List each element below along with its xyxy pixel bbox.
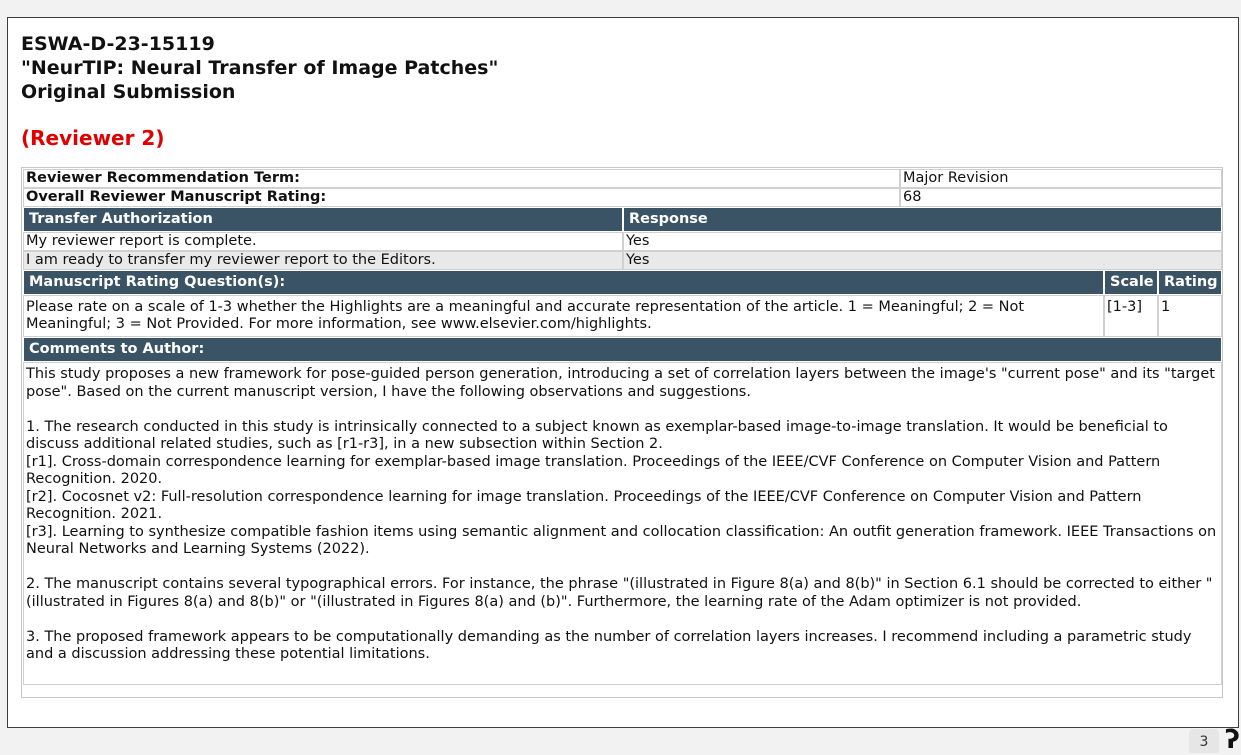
rating-questions-header-row: Manuscript Rating Question(s): Scale Rat… xyxy=(23,270,1222,295)
recommendation-value: Major Revision xyxy=(900,169,1222,188)
manuscript-id: ESWA-D-23-15119 xyxy=(21,33,215,55)
recommendation-row: Reviewer Recommendation Term: Major Revi… xyxy=(23,169,1222,188)
page-curl-icon: ʔ xyxy=(1225,725,1240,755)
submission-type: Original Submission xyxy=(21,81,236,103)
transfer-row: My reviewer report is complete. Yes xyxy=(23,232,1222,251)
comment-intro: This study proposes a new framework for … xyxy=(26,366,1215,400)
rating-question-row: Please rate on a scale of 1-3 whether th… xyxy=(23,295,1222,337)
comment-point-1: 1. The research conducted in this study … xyxy=(26,418,1168,453)
review-document-page: ESWA-D-23-15119 "NeurTIP: Neural Transfe… xyxy=(7,17,1239,728)
transfer-question: I am ready to transfer my reviewer repor… xyxy=(23,251,623,270)
rating-header: Rating xyxy=(1158,270,1222,295)
manuscript-header: ESWA-D-23-15119 "NeurTIP: Neural Transfe… xyxy=(21,32,498,104)
transfer-question: My reviewer report is complete. xyxy=(23,232,623,251)
reference-r1: [r1]. Cross-domain correspondence learni… xyxy=(26,453,1161,488)
comment-point-2: 2. The manuscript contains several typog… xyxy=(26,576,1213,610)
transfer-answer: Yes xyxy=(623,232,1222,251)
scale-header: Scale xyxy=(1104,270,1158,295)
review-form: Reviewer Recommendation Term: Major Revi… xyxy=(21,167,1223,698)
comments-row: This study proposes a new framework for … xyxy=(23,362,1222,685)
comments-body: This study proposes a new framework for … xyxy=(23,362,1222,685)
page-number: 3 xyxy=(1189,729,1219,753)
rating-scale: [1-3] xyxy=(1104,295,1158,337)
transfer-header-row: Transfer Authorization Response xyxy=(23,207,1222,232)
review-table: Reviewer Recommendation Term: Major Revi… xyxy=(23,169,1222,685)
reviewer-label: (Reviewer 2) xyxy=(21,126,165,150)
rating-questions-header: Manuscript Rating Question(s): xyxy=(23,270,1104,295)
rating-value: 1 xyxy=(1158,295,1222,337)
reference-r3: [r3]. Learning to synthesize compatible … xyxy=(26,523,1217,558)
comments-header-row: Comments to Author: xyxy=(23,337,1222,362)
transfer-row: I am ready to transfer my reviewer repor… xyxy=(23,251,1222,270)
reference-r2: [r2]. Cocosnet v2: Full-resolution corre… xyxy=(26,488,1142,523)
overall-rating-row: Overall Reviewer Manuscript Rating: 68 xyxy=(23,188,1222,207)
overall-rating-value: 68 xyxy=(900,188,1222,207)
manuscript-title: "NeurTIP: Neural Transfer of Image Patch… xyxy=(21,57,499,79)
transfer-authorization-header: Transfer Authorization xyxy=(23,207,623,232)
transfer-answer: Yes xyxy=(623,251,1222,270)
comment-point-3: 3. The proposed framework appears to be … xyxy=(26,628,1192,663)
recommendation-label: Reviewer Recommendation Term: xyxy=(23,169,900,188)
comments-header: Comments to Author: xyxy=(23,337,1222,362)
rating-question-text: Please rate on a scale of 1-3 whether th… xyxy=(23,295,1104,337)
response-header: Response xyxy=(623,207,1222,232)
overall-rating-label: Overall Reviewer Manuscript Rating: xyxy=(23,188,900,207)
